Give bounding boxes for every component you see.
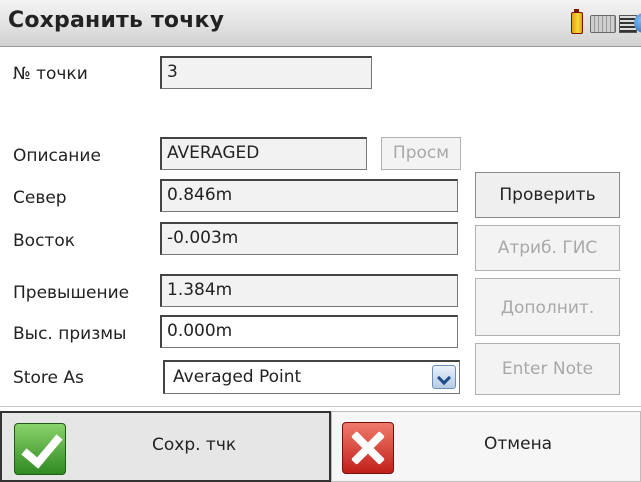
- page-title: Сохранить точку: [8, 8, 225, 33]
- north-field[interactable]: 0.846m: [160, 179, 458, 212]
- gis-attributes-button[interactable]: Атриб. ГИС: [475, 225, 620, 271]
- description-label: Описание: [13, 146, 101, 166]
- browse-button[interactable]: Просм: [381, 137, 461, 170]
- divider: [0, 406, 641, 407]
- check-icon: [14, 423, 66, 475]
- elevation-field[interactable]: 1.384m: [160, 274, 458, 307]
- chevron-down-icon[interactable]: [432, 365, 456, 389]
- store-as-select[interactable]: Averaged Point: [163, 360, 460, 394]
- title-bar: Сохранить точку ?: [0, 0, 641, 47]
- additional-button[interactable]: Дополнит.: [475, 278, 620, 336]
- cancel-label: Отмена: [484, 434, 553, 454]
- point-number-field[interactable]: 3: [160, 56, 372, 89]
- east-label: Восток: [13, 231, 75, 251]
- north-label: Север: [13, 188, 67, 208]
- store-as-label: Store As: [13, 368, 84, 388]
- battery-icon[interactable]: [571, 9, 583, 34]
- close-icon: [342, 422, 394, 474]
- east-field[interactable]: -0.003m: [160, 222, 458, 255]
- store-as-value: Averaged Point: [173, 367, 302, 387]
- enter-note-button[interactable]: Enter Note: [475, 343, 620, 395]
- point-number-label: № точки: [13, 64, 88, 84]
- keyboard-icon[interactable]: [590, 15, 616, 33]
- elevation-label: Превышение: [13, 283, 130, 303]
- save-point-label: Сохр. тчк: [152, 435, 237, 455]
- prism-height-label: Выс. призмы: [13, 324, 127, 344]
- description-field[interactable]: AVERAGED: [160, 137, 367, 170]
- cancel-button[interactable]: Отмена: [331, 411, 641, 482]
- prism-height-input[interactable]: 0.000m: [160, 315, 458, 348]
- check-button[interactable]: Проверить: [475, 172, 620, 218]
- save-point-button[interactable]: Сохр. тчк: [0, 411, 331, 482]
